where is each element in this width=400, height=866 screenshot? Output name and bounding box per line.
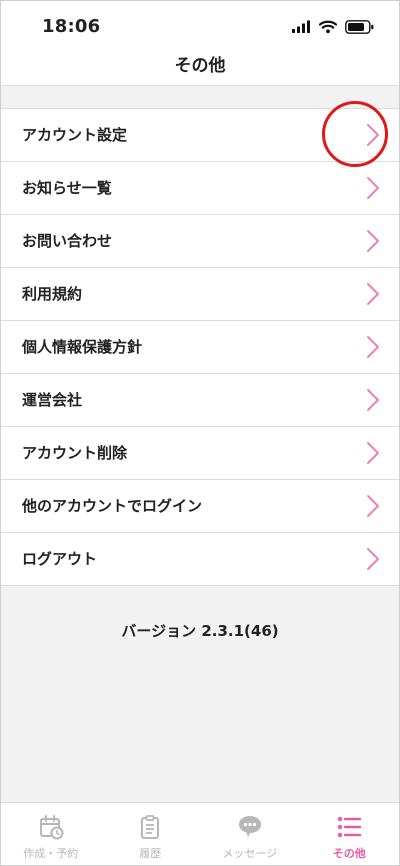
menu-item-contact[interactable]: お問い合わせ <box>1 215 399 268</box>
settings-menu-list: アカウント設定 お知らせ一覧 お問い合わせ 利用規約 個人情報保護方針 運営会社… <box>1 108 399 586</box>
menu-item-label: 利用規約 <box>22 285 83 303</box>
chevron-right-icon <box>367 283 379 305</box>
tab-label: 履歴 <box>139 847 162 860</box>
menu-item-terms[interactable]: 利用規約 <box>1 268 399 321</box>
menu-item-privacy-policy[interactable]: 個人情報保護方針 <box>1 321 399 374</box>
chevron-right-icon <box>367 548 379 570</box>
chevron-right-icon <box>367 230 379 252</box>
chevron-right-icon <box>367 495 379 517</box>
menu-item-logout[interactable]: ログアウト <box>1 533 399 585</box>
chevron-right-icon <box>367 177 379 199</box>
tab-messages[interactable]: メッセージ <box>200 803 300 865</box>
menu-item-label: お知らせ一覧 <box>22 179 112 197</box>
chevron-right-icon <box>367 389 379 411</box>
tab-create-reserve[interactable]: 作成・予約 <box>1 803 101 865</box>
tab-label: 作成・予約 <box>23 847 79 860</box>
menu-item-account-settings[interactable]: アカウント設定 <box>1 109 399 162</box>
menu-item-label: アカウント削除 <box>22 444 128 462</box>
status-bar: 18:06 <box>1 1 399 45</box>
cellular-signal-icon <box>292 20 310 33</box>
bottom-tab-bar: 作成・予約 履歴 メッセージ その他 <box>1 802 399 865</box>
menu-item-label: アカウント設定 <box>22 126 128 144</box>
page-title: その他 <box>174 56 226 76</box>
menu-item-notifications[interactable]: お知らせ一覧 <box>1 162 399 215</box>
clipboard-icon <box>141 815 160 839</box>
status-icons <box>291 17 374 37</box>
menu-item-switch-account-login[interactable]: 他のアカウントでログイン <box>1 480 399 533</box>
chevron-right-icon <box>367 442 379 464</box>
tab-history[interactable]: 履歴 <box>101 803 201 865</box>
menu-item-label: 運営会社 <box>22 391 83 409</box>
chevron-right-icon <box>367 336 379 358</box>
chat-bubble-icon <box>238 816 261 838</box>
list-icon <box>338 816 362 838</box>
tab-other[interactable]: その他 <box>300 803 400 865</box>
tab-label: メッセージ <box>222 847 278 860</box>
calendar-clock-icon <box>39 815 64 840</box>
battery-icon <box>345 20 374 34</box>
tab-label: その他 <box>332 847 366 860</box>
menu-item-delete-account[interactable]: アカウント削除 <box>1 427 399 480</box>
navigation-bar: その他 <box>1 45 399 86</box>
menu-item-label: ログアウト <box>22 550 98 568</box>
version-label: バージョン 2.3.1(46) <box>121 622 279 640</box>
menu-item-operating-company[interactable]: 運営会社 <box>1 374 399 427</box>
menu-item-label: お問い合わせ <box>22 232 113 250</box>
status-time: 18:06 <box>42 16 101 37</box>
menu-item-label: 個人情報保護方針 <box>22 338 143 356</box>
wifi-icon <box>319 20 337 34</box>
chevron-right-icon <box>367 124 379 146</box>
app-screen: 18:06 その他 アカウント設定 お知らせ一覧 お問い合わせ 利用規約 個人情… <box>0 0 400 866</box>
menu-item-label: 他のアカウントでログイン <box>22 497 203 515</box>
